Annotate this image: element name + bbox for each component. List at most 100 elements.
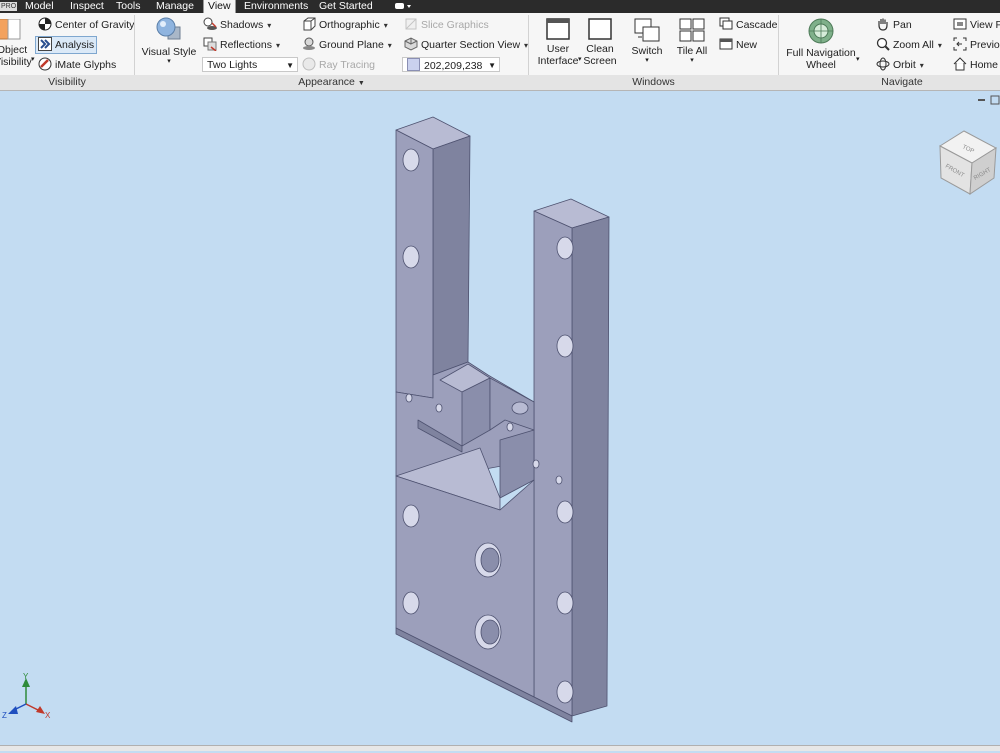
object-visibility-button[interactable]: Object Visibility xyxy=(0,19,32,68)
visual-style-dropdown-arrow: ▾ xyxy=(167,58,171,65)
tile-all-button[interactable]: Tile All ▾ xyxy=(673,18,711,65)
ground-plane-dropdown-arrow: ▾ xyxy=(387,41,392,50)
previous-view-icon xyxy=(953,37,967,51)
slice-graphics-button: Slice Graphics xyxy=(404,16,489,34)
right-arm-front-face xyxy=(533,210,573,717)
tab-tools[interactable]: Tools xyxy=(116,0,141,13)
graphics-viewport[interactable]: TOP FRONT RIGHT Y X Z xyxy=(0,91,1000,750)
user-interface-dropdown-arrow[interactable]: ▾ xyxy=(578,55,582,63)
center-of-gravity-button[interactable]: Center of Gravity xyxy=(38,16,134,34)
view-face-button[interactable]: View Fa xyxy=(953,16,1000,34)
slice-graphics-icon xyxy=(405,18,417,30)
full-navigation-wheel-button[interactable]: Full Navigation Wheel xyxy=(782,18,860,71)
switch-window-label: Switch xyxy=(631,45,663,57)
small-hole xyxy=(532,459,540,469)
pan-button[interactable]: Pan xyxy=(876,16,912,34)
object-visibility-icon xyxy=(0,19,21,40)
appearance-panel-title[interactable]: Appearance ▼ xyxy=(135,75,528,90)
product-badge: PRO xyxy=(0,2,18,11)
user-interface-label-line2: Interface xyxy=(537,55,579,67)
visual-style-label: Visual Style xyxy=(141,46,197,58)
switch-dropdown-arrow: ▾ xyxy=(645,57,649,64)
small-hole xyxy=(555,475,563,485)
background-color-select[interactable]: 202,209,238 ▼ xyxy=(402,57,500,72)
user-interface-button[interactable]: User Interface xyxy=(536,18,580,67)
notch-hole xyxy=(511,401,529,415)
reflections-icon xyxy=(203,37,217,51)
center-of-gravity-label: Center of Gravity xyxy=(55,19,135,31)
home-icon xyxy=(953,57,967,71)
ray-tracing-label: Ray Tracing xyxy=(319,59,376,71)
user-interface-icon xyxy=(546,18,570,40)
hole xyxy=(556,680,574,704)
navigation-wheel-dropdown-arrow[interactable]: ▾ xyxy=(856,55,860,63)
appearance-panel-label: Appearance xyxy=(298,76,355,88)
orthographic-button[interactable]: Orthographic ▾ xyxy=(302,16,388,34)
ray-tracing-icon xyxy=(302,57,316,71)
y-axis-label: Y xyxy=(23,672,29,681)
z-axis-label: Z xyxy=(2,711,7,720)
shadows-label: Shadows xyxy=(220,19,264,31)
object-visibility-label-line1: Object xyxy=(0,44,28,56)
background-color-value: 202,209,238 xyxy=(424,60,483,72)
tab-environments[interactable]: Environments xyxy=(244,0,308,13)
imate-glyphs-label: iMate Glyphs xyxy=(55,59,117,71)
object-visibility-dropdown-arrow[interactable]: ▾ xyxy=(31,55,35,63)
cloud-dropdown-icon xyxy=(395,3,411,9)
home-view-button[interactable]: Home V xyxy=(953,56,1000,74)
shadows-icon xyxy=(203,17,217,30)
object-visibility-label-line2: Visibility xyxy=(0,56,32,68)
analysis-toggle[interactable]: Analysis xyxy=(35,36,98,54)
hole xyxy=(402,245,420,269)
tile-all-dropdown-arrow: ▾ xyxy=(690,57,694,64)
view-face-icon xyxy=(953,18,967,30)
pan-hand-icon xyxy=(878,18,888,31)
visual-style-button[interactable]: Visual Style ▾ xyxy=(140,17,198,66)
navigation-wheel-icon xyxy=(808,18,834,44)
tab-get-started[interactable]: Get Started xyxy=(319,0,373,13)
ground-plane-icon xyxy=(303,37,315,50)
small-hole xyxy=(405,393,413,403)
ground-plane-button[interactable]: Ground Plane ▾ xyxy=(302,36,392,54)
full-navigation-label-line1: Full Navigation xyxy=(786,47,856,59)
clean-screen-label-line1: Clean xyxy=(586,43,614,55)
chevron-down-icon: ▼ xyxy=(286,61,294,70)
navigate-panel-title: Navigate xyxy=(881,76,923,88)
user-interface-label-line1: User xyxy=(546,43,570,55)
zoom-icon xyxy=(876,37,890,51)
reflections-label: Reflections xyxy=(220,39,272,51)
tab-view[interactable]: View xyxy=(203,0,236,13)
quarter-section-view-button[interactable]: Quarter Section View ▾ xyxy=(404,36,528,54)
orbit-label: Orbit xyxy=(893,59,916,71)
new-window-icon xyxy=(719,38,733,50)
orthographic-label: Orthographic xyxy=(319,19,380,31)
previous-view-button[interactable]: Previou xyxy=(953,36,1000,54)
clean-screen-button[interactable]: Clean Screen xyxy=(582,18,618,67)
large-hole-bore xyxy=(480,547,500,573)
visual-style-icon xyxy=(156,17,181,40)
model-view[interactable]: TOP FRONT RIGHT Y X Z xyxy=(0,91,1000,750)
cascade-button[interactable]: Cascade xyxy=(719,16,777,34)
zoom-all-button[interactable]: Zoom All ▾ xyxy=(876,36,942,54)
reflections-button[interactable]: Reflections ▾ xyxy=(203,36,280,54)
chevron-down-icon: ▼ xyxy=(488,61,496,70)
new-window-button[interactable]: New xyxy=(719,36,757,54)
clean-screen-icon xyxy=(588,18,612,40)
tab-inspect[interactable]: Inspect xyxy=(70,0,104,13)
windows-panel-title: Windows xyxy=(632,76,675,88)
switch-window-button[interactable]: Switch ▾ xyxy=(628,18,666,65)
lighting-style-value: Two Lights xyxy=(207,59,258,71)
ribbon-tab-bar: PRO Model Inspect Tools Manage View Envi… xyxy=(0,0,1000,13)
hole xyxy=(556,334,574,358)
tab-overflow-button[interactable] xyxy=(393,0,413,13)
tab-model[interactable]: Model xyxy=(25,0,54,13)
orbit-button[interactable]: Orbit ▾ xyxy=(876,56,924,74)
cascade-label: Cascade xyxy=(736,19,778,31)
zoom-dropdown-arrow: ▾ xyxy=(937,41,942,50)
lighting-style-select[interactable]: Two Lights ▼ xyxy=(202,57,298,72)
imate-glyphs-button[interactable]: iMate Glyphs xyxy=(38,56,116,74)
small-hole xyxy=(435,403,443,413)
tab-manage[interactable]: Manage xyxy=(156,0,194,13)
shadows-button[interactable]: Shadows ▾ xyxy=(203,16,271,34)
imate-glyphs-icon xyxy=(38,57,52,71)
